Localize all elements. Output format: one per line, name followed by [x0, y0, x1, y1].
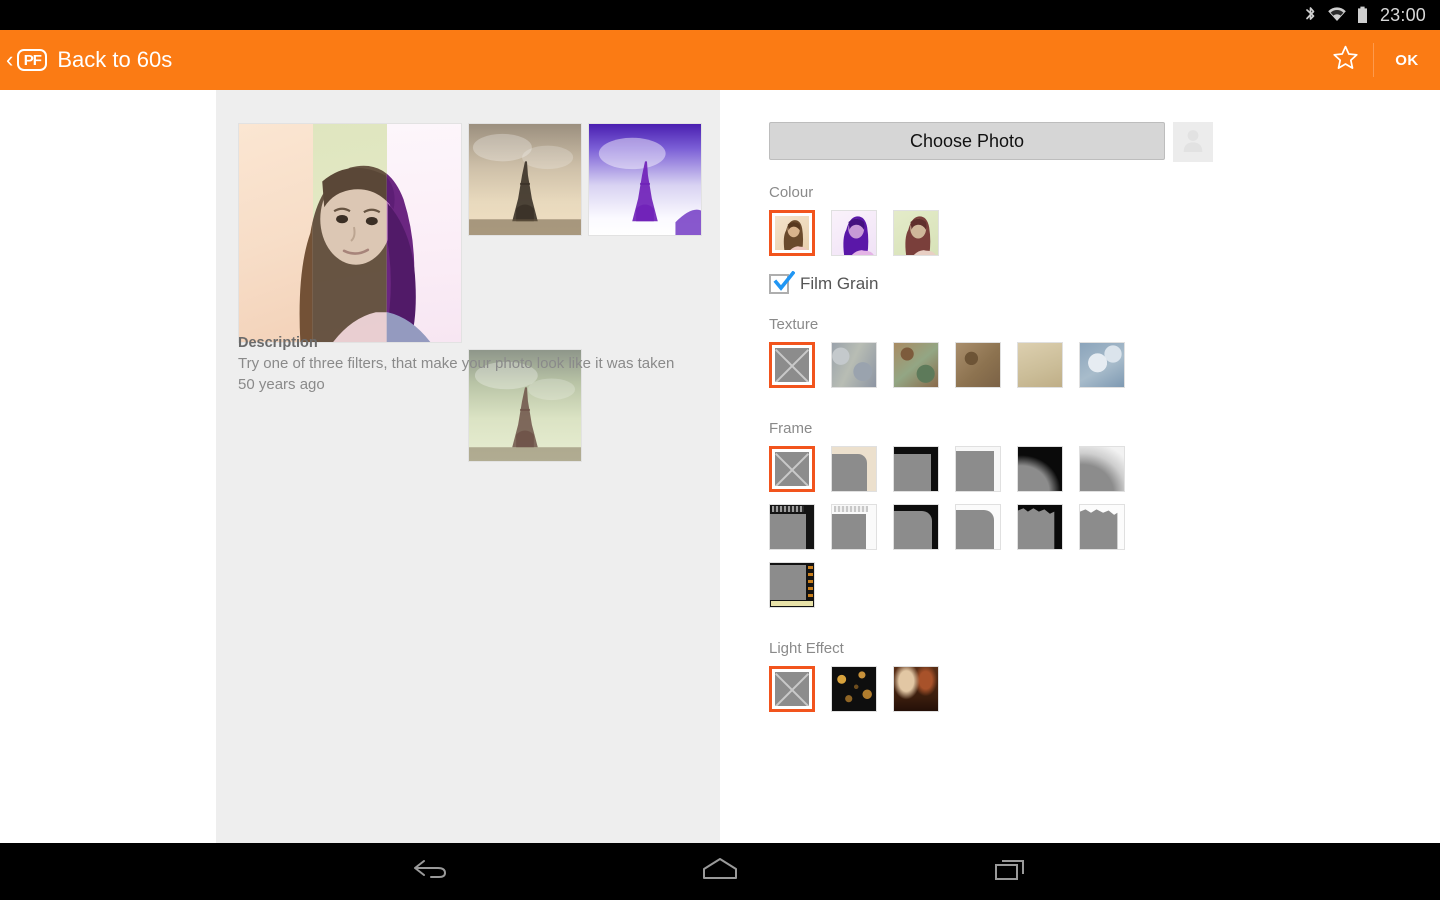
nav-home-button[interactable]: [648, 843, 793, 900]
choose-photo-row: Choose Photo: [769, 122, 1389, 162]
content-area: Description Try one of three filters, th…: [0, 90, 1440, 843]
none-cross-icon: [775, 452, 809, 486]
avatar[interactable]: [1173, 122, 1213, 162]
home-icon: [700, 856, 740, 887]
status-bar: 23:00: [0, 0, 1440, 30]
description-text: Try one of three filters, that make your…: [238, 354, 688, 395]
preview-thumb-purple[interactable]: [588, 123, 702, 236]
pf-logo-icon: PF: [17, 49, 47, 71]
description-block: Description Try one of three filters, th…: [238, 335, 688, 395]
favorite-button[interactable]: [1317, 30, 1373, 90]
back-chevron-icon[interactable]: ‹: [6, 49, 13, 71]
frame-thumb-grid: [769, 446, 1169, 620]
person-avatar-icon: [1180, 127, 1206, 158]
star-outline-icon: [1332, 45, 1359, 76]
system-nav-bar: [0, 843, 1440, 900]
frame-option-white-round[interactable]: [955, 504, 1001, 550]
ok-button[interactable]: OK: [1374, 30, 1440, 90]
colour-option-green[interactable]: [893, 210, 939, 256]
none-cross-icon: [775, 348, 809, 382]
none-cross-icon: [775, 672, 809, 706]
frame-option-grey-smoke[interactable]: [1079, 446, 1125, 492]
back-to-60s-nav[interactable]: ‹ PF Back to 60s: [0, 47, 172, 73]
frame-section-label: Frame: [769, 420, 1389, 437]
colour-thumb-grid: [769, 210, 1169, 268]
texture-option-grunge-blue[interactable]: [831, 342, 877, 388]
settings-panel: Choose Photo Colour: [769, 90, 1389, 843]
colour-option-sepia[interactable]: [769, 210, 815, 256]
texture-option-mottled-green[interactable]: [893, 342, 939, 388]
frame-option-white-soft[interactable]: [955, 446, 1001, 492]
page-title: Back to 60s: [57, 47, 172, 73]
back-arrow-icon: [411, 857, 449, 886]
texture-option-clouds-blue[interactable]: [1079, 342, 1125, 388]
main-preview-image[interactable]: [238, 123, 462, 343]
light-option-warm-leak[interactable]: [893, 666, 939, 712]
preview-card: Description Try one of three filters, th…: [216, 90, 720, 843]
frame-option-filmstrip[interactable]: [769, 562, 815, 608]
app-screen: 23:00 ‹ PF Back to 60s OK: [0, 0, 1440, 900]
film-grain-row[interactable]: Film Grain: [769, 274, 1389, 294]
frame-option-white-torn[interactable]: [1079, 504, 1125, 550]
description-heading: Description: [238, 335, 688, 351]
recents-icon: [993, 856, 1027, 887]
light-option-bokeh-dark[interactable]: [831, 666, 877, 712]
texture-option-brown-canvas[interactable]: [955, 342, 1001, 388]
frame-option-light-ornate[interactable]: [831, 504, 877, 550]
film-grain-checkbox[interactable]: [769, 274, 789, 294]
bluetooth-icon: [1304, 6, 1317, 24]
frame-option-cream-rounded[interactable]: [831, 446, 877, 492]
status-clock: 23:00: [1380, 5, 1426, 26]
light-option-none[interactable]: [769, 666, 815, 712]
nav-back-button[interactable]: [358, 843, 503, 900]
frame-option-black-round[interactable]: [893, 504, 939, 550]
frame-option-black-torn[interactable]: [1017, 504, 1063, 550]
texture-thumb-grid: [769, 342, 1169, 400]
frame-option-dark-ornate[interactable]: [769, 504, 815, 550]
frame-option-black-thick[interactable]: [893, 446, 939, 492]
film-grain-label: Film Grain: [800, 274, 878, 294]
choose-photo-button[interactable]: Choose Photo: [769, 122, 1165, 160]
colour-section-label: Colour: [769, 184, 1389, 201]
texture-section-label: Texture: [769, 316, 1389, 333]
frame-option-none[interactable]: [769, 446, 815, 492]
app-bar: ‹ PF Back to 60s OK: [0, 30, 1440, 90]
wifi-icon: [1327, 7, 1347, 23]
colour-option-purple[interactable]: [831, 210, 877, 256]
battery-icon: [1357, 6, 1368, 24]
preview-gallery: [238, 123, 702, 462]
texture-option-plain-beige[interactable]: [1017, 342, 1063, 388]
nav-recents-button[interactable]: [938, 843, 1083, 900]
preview-thumb-sepia[interactable]: [468, 123, 582, 236]
light-effect-section-label: Light Effect: [769, 640, 1389, 657]
texture-option-none[interactable]: [769, 342, 815, 388]
light-effect-thumb-grid: [769, 666, 1169, 724]
checkmark-icon: [773, 271, 793, 291]
frame-option-black-burn[interactable]: [1017, 446, 1063, 492]
